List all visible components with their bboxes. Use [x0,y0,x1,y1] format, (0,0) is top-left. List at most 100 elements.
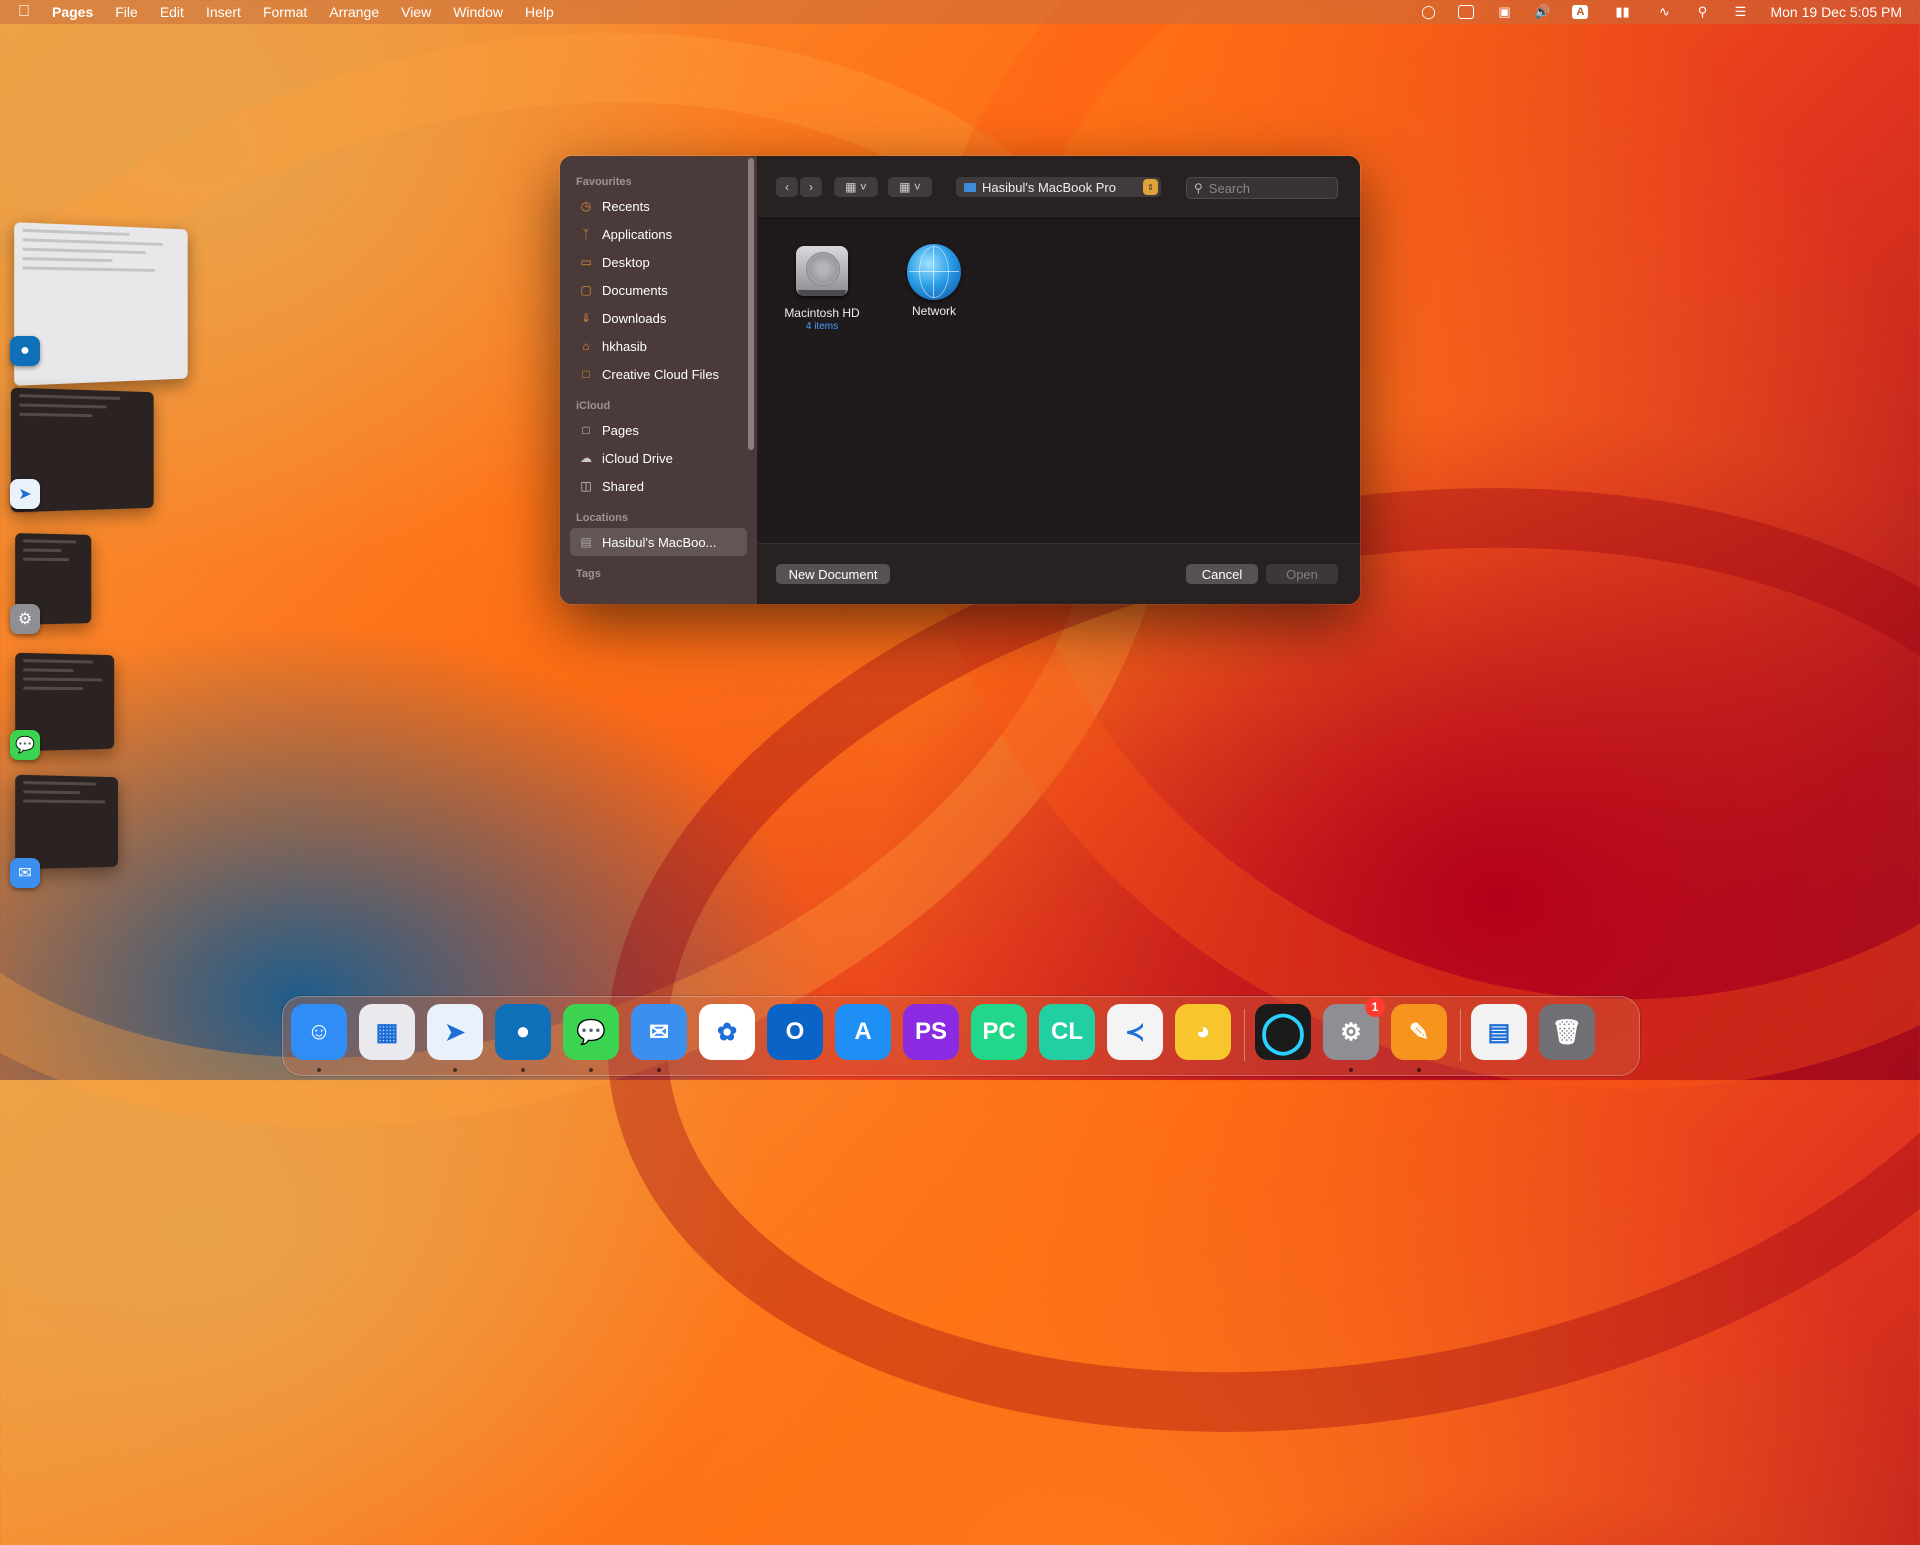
display-icon[interactable] [1458,5,1475,19]
menu-file[interactable]: File [115,4,138,20]
sidebar-item-shared[interactable]: ◫ Shared [560,472,747,500]
home-icon: ⌂ [582,339,590,353]
chevron-left-icon: ‹ [785,180,789,194]
menu-help[interactable]: Help [525,4,554,20]
system-settings-icon[interactable]: ⚙ [10,604,40,634]
wifi-icon[interactable]: ∿ [1656,4,1672,19]
dock-finder-icon[interactable]: ☺ [291,1004,347,1060]
globe-ring [919,246,949,298]
dock-clion-icon[interactable]: CL [1039,1004,1095,1060]
chevron-updown-icon: ⇕ [1143,179,1158,195]
folder-icon: □ [582,423,590,437]
dock-pages-icon[interactable]: ✎ [1391,1004,1447,1060]
sidebar-item-label: Applications [602,226,673,242]
location-popup[interactable]: Hasibul's MacBook Pro ⇕ [956,177,1161,197]
dock-vscode-icon[interactable]: ≺ [1107,1004,1163,1060]
thumbnail-line [23,677,103,682]
sidebar-item-home[interactable]: ⌂ hkhasib [560,332,747,360]
thumbnail-line [22,228,130,236]
stage-window-edge[interactable] [14,222,188,386]
sidebar-item-downloads[interactable]: ⇓ Downloads [560,304,747,332]
spotlight-icon[interactable]: ⚲ [1694,4,1710,19]
download-icon: ⇓ [580,311,592,325]
menu-format[interactable]: Format [263,4,307,20]
file-name: Network [911,304,956,318]
group-icon: ▦ ˅ [899,180,921,194]
dock-messages-icon[interactable]: 💬 [563,1004,619,1060]
sidebar-section-tags: Tags [576,568,601,580]
forward-button[interactable]: › [800,177,822,197]
messages-icon[interactable]: 💬 [10,730,40,760]
view-mode-button[interactable]: ▦ ˅ [834,177,878,197]
thumbnail-line [23,668,74,673]
back-button[interactable]: ‹ [776,177,798,197]
dock-safari-icon[interactable]: ➤ [427,1004,483,1060]
control-center-icon[interactable]: ☰ [1732,4,1748,19]
dock-app-store-icon[interactable]: A [835,1004,891,1060]
dock-trash-icon[interactable]: 🗑 [1539,1004,1595,1060]
hard-drive-icon [794,242,850,300]
thumbnail-line [23,548,62,553]
sidebar-item-macbook[interactable]: ▤ Hasibul's MacBoo... [570,528,747,556]
new-document-button[interactable]: New Document [776,564,890,584]
hard-drive-platter [806,252,840,286]
sidebar-item-creative-cloud[interactable]: □ Creative Cloud Files [560,360,747,388]
network-globe-icon [907,244,961,300]
dock-ring-app-icon[interactable]: ◯ [1255,1004,1311,1060]
menu-insert[interactable]: Insert [206,4,241,20]
stage-window-mail[interactable] [15,774,118,870]
dock-photos-icon[interactable]: ✿ [699,1004,755,1060]
edge-icon[interactable]: ● [10,336,40,366]
menu-window[interactable]: Window [453,4,503,20]
dock-separator [1460,1009,1461,1061]
dock-edge-icon[interactable]: ● [495,1004,551,1060]
dock-mail-icon[interactable]: ✉ [631,1004,687,1060]
mail-icon[interactable]: ✉ [10,858,40,888]
thumbnail-line [22,238,163,246]
app-menu[interactable]: Pages [52,4,93,20]
dock-phpstorm-icon[interactable]: PS [903,1004,959,1060]
laptop-icon: ▤ [580,535,592,549]
sidebar-scrollbar[interactable] [748,158,754,450]
thumbnail-line [19,403,107,409]
open-button[interactable]: Open [1266,564,1338,584]
menu-view[interactable]: View [401,4,431,20]
thumbnail-line [22,247,147,255]
sidebar-section-locations: Locations [576,512,628,524]
cloud-icon: ☁ [580,451,592,465]
dock-launchpad-icon[interactable]: ▦ [359,1004,415,1060]
dock-outlook-icon[interactable]: O [767,1004,823,1060]
dock-document-stack-icon[interactable]: ▤ [1471,1004,1527,1060]
focus-icon[interactable]: ◯ [1420,4,1436,19]
volume-icon[interactable]: 🔊 [1534,4,1550,19]
menu-arrange[interactable]: Arrange [329,4,379,20]
hard-drive-base [798,290,846,296]
sidebar-item-pages[interactable]: □ Pages [560,416,747,444]
shared-folder-icon: ◫ [580,479,592,493]
apple-menu-icon[interactable]:  [18,3,30,21]
thumbnail-line [23,659,93,664]
sidebar-item-icloud-drive[interactable]: ☁ iCloud Drive [560,444,747,472]
dialog-sidebar: Favourites ◷ Recents ᛉ Applications ▭ Deskt… [560,156,758,604]
cancel-button[interactable]: Cancel [1186,564,1258,584]
sidebar-item-recents[interactable]: ◷ Recents [560,192,747,220]
file-name: Macintosh HD [784,306,860,320]
menu-clock[interactable]: Mon 19 Dec 5:05 PM [1770,4,1902,20]
safari-icon[interactable]: ➤ [10,479,40,509]
sidebar-item-documents[interactable]: ▢ Documents [560,276,747,304]
battery-icon[interactable]: ▮▮ [1610,4,1634,19]
sidebar-section-favourites: Favourites [576,176,632,188]
dock-cyberduck-icon[interactable]: ◕ [1175,1004,1231,1060]
applications-icon: ᛉ [582,227,590,241]
menu-edit[interactable]: Edit [160,4,184,20]
input-source-icon[interactable]: A [1572,5,1589,19]
sidebar-item-desktop[interactable]: ▭ Desktop [560,248,747,276]
sidebar-item-label: Desktop [602,254,650,270]
search-field[interactable]: ⚲ Search [1186,177,1338,199]
screen-mirroring-icon[interactable]: ▣ [1496,4,1512,19]
sidebar-item-applications[interactable]: ᛉ Applications [560,220,747,248]
dock-pycharm-icon[interactable]: PC [971,1004,1027,1060]
file-item-network[interactable]: Network [884,242,984,319]
group-button[interactable]: ▦ ˅ [888,177,932,197]
file-item-macintosh-hd[interactable]: Macintosh HD 4 items [772,242,872,332]
